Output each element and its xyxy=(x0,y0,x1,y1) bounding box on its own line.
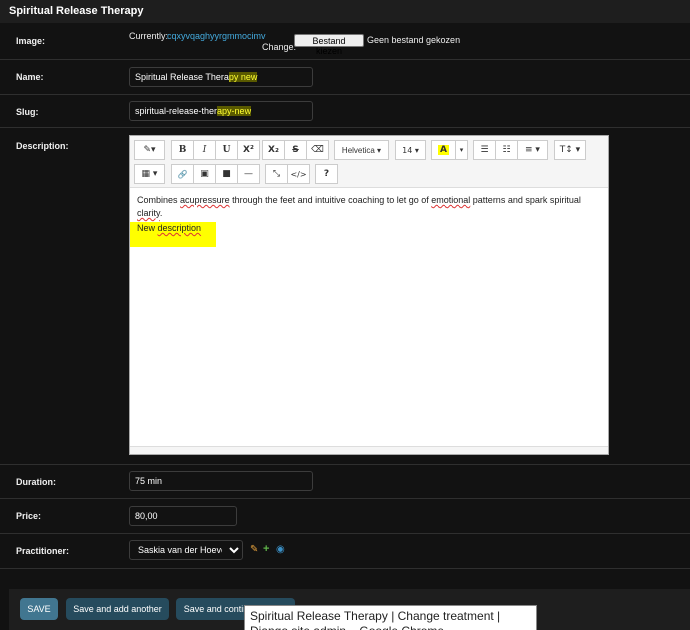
name-row: Name: Spiritual Release Therapy new xyxy=(0,60,690,95)
line-height-dropdown[interactable]: T↕ ▾ xyxy=(554,140,586,160)
plus-icon[interactable]: + xyxy=(263,543,269,555)
price-row: Price: 80,00 xyxy=(0,499,690,534)
editor-resize-bar[interactable] xyxy=(130,446,608,454)
code-view-icon[interactable]: </> xyxy=(287,164,310,184)
slug-label: Slug: xyxy=(16,107,39,117)
duration-input[interactable]: 75 min xyxy=(129,471,313,491)
editor-toolbar: ✎▾ B I U X² X₂ S ⌫ Helvetica ▾ 14 ▾ A ▾ … xyxy=(130,136,608,188)
duration-label: Duration: xyxy=(16,477,56,487)
fieldset-title: Spiritual Release Therapy xyxy=(0,0,690,23)
name-input[interactable]: Spiritual Release Therapy new xyxy=(129,67,313,87)
horizontal-rule-icon[interactable]: — xyxy=(237,164,260,184)
window-title-tooltip: Spiritual Release Therapy | Change treat… xyxy=(244,605,537,630)
italic-button[interactable]: I xyxy=(193,140,216,160)
name-label: Name: xyxy=(16,72,44,82)
currently-label: Currently: xyxy=(129,31,169,41)
video-icon[interactable]: ■ xyxy=(215,164,238,184)
fullscreen-icon[interactable]: ⤡ xyxy=(265,164,288,184)
text-color-button[interactable]: A xyxy=(431,140,456,160)
slug-row: Slug: spiritual-release-therapy-new xyxy=(0,95,690,128)
save-and-add-another-button[interactable]: Save and add another xyxy=(66,598,169,620)
bold-button[interactable]: B xyxy=(171,140,194,160)
practitioner-select[interactable]: Saskia van der Hoeven xyxy=(129,540,243,560)
image-label: Image: xyxy=(16,36,46,46)
picture-icon[interactable]: ▣ xyxy=(193,164,216,184)
rich-text-editor[interactable]: ✎▾ B I U X² X₂ S ⌫ Helvetica ▾ 14 ▾ A ▾ … xyxy=(129,135,609,455)
price-input[interactable]: 80,00 xyxy=(129,506,237,526)
strikethrough-button[interactable]: S xyxy=(284,140,307,160)
description-paragraph-2: New description xyxy=(137,223,202,233)
link-icon[interactable]: 🔗 xyxy=(171,164,194,184)
pencil-icon[interactable]: ✎ xyxy=(250,544,258,555)
slug-value-highlight: apy-new xyxy=(217,106,252,116)
superscript-button[interactable]: X² xyxy=(237,140,260,160)
text-color-dropdown[interactable]: ▾ xyxy=(455,140,468,160)
image-row: Image: Currently: cqxyvqaghyyrgmmocimv C… xyxy=(0,23,690,60)
eye-icon[interactable]: ◉ xyxy=(276,544,285,555)
paragraph-align-dropdown[interactable]: ≡ ▾ xyxy=(517,140,548,160)
unordered-list-button[interactable]: ☰ xyxy=(473,140,496,160)
no-file-text: Geen bestand gekozen xyxy=(367,35,461,45)
practitioner-row: Practitioner: Saskia van der Hoeven ✎ + … xyxy=(0,534,690,569)
subscript-button[interactable]: X₂ xyxy=(262,140,285,160)
description-label: Description: xyxy=(16,141,69,151)
description-paragraph-1: Combines acupressure through the feet an… xyxy=(137,195,581,218)
table-dropdown[interactable]: ▦ ▾ xyxy=(134,164,165,184)
save-button[interactable]: SAVE xyxy=(20,598,58,620)
font-size-dropdown[interactable]: 14 ▾ xyxy=(395,140,426,160)
price-label: Price: xyxy=(16,511,42,521)
change-label: Change: xyxy=(262,42,297,52)
slug-value-prefix: spiritual-release-ther xyxy=(135,106,218,116)
font-family-dropdown[interactable]: Helvetica ▾ xyxy=(334,140,389,160)
editor-content[interactable]: Combines acupressure through the feet an… xyxy=(137,194,602,236)
choose-file-button[interactable]: Bestand kiezen xyxy=(294,34,364,56)
text-color-icon: A xyxy=(438,145,449,155)
underline-button[interactable]: U xyxy=(215,140,238,160)
name-value-highlight: py new xyxy=(228,72,258,82)
practitioner-label: Practitioner: xyxy=(16,546,70,556)
name-value-prefix: Spiritual Release Thera xyxy=(135,72,229,82)
slug-input[interactable]: spiritual-release-therapy-new xyxy=(129,101,313,121)
magic-style-button[interactable]: ✎▾ xyxy=(134,140,165,160)
current-file-link[interactable]: cqxyvqaghyyrgmmocimv xyxy=(167,31,266,41)
ordered-list-button[interactable]: ☷ xyxy=(495,140,518,160)
duration-row: Duration: 75 min xyxy=(0,465,690,499)
help-button[interactable]: ? xyxy=(315,164,338,184)
eraser-icon[interactable]: ⌫ xyxy=(306,140,329,160)
